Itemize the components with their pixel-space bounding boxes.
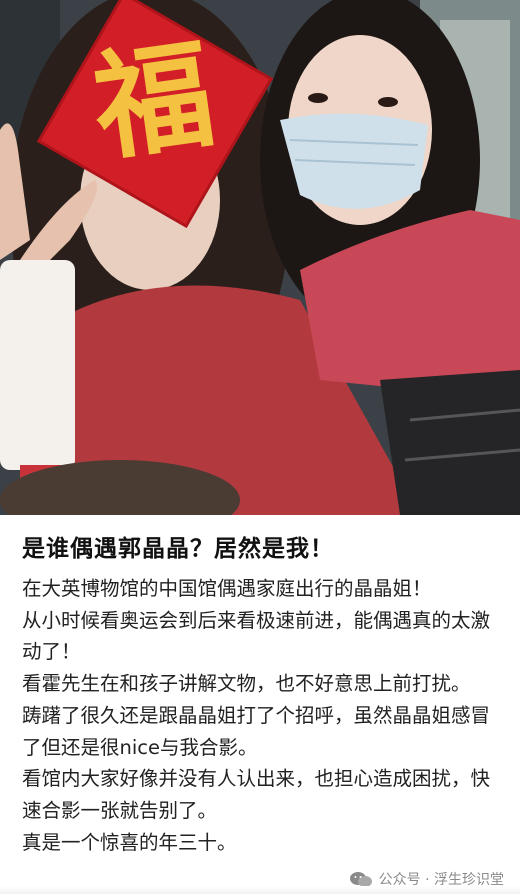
post-title: 是谁偶遇郭晶晶？居然是我！: [22, 536, 334, 562]
post-paragraph: 从小时候看奥运会到后来看极速前进，能偶遇真的太激动了！: [22, 608, 491, 664]
post-paragraph: 看霍先生在和孩子讲解文物，也不好意思上前打扰。: [22, 672, 471, 696]
post-paragraph: 看馆内大家好像并没有人认出来，也担心造成困扰，快速合影一张就告别了。: [22, 767, 491, 822]
selfie-image: 福: [0, 0, 520, 515]
cut-off-edge: [0, 886, 520, 894]
post-photo[interactable]: 福: [0, 0, 520, 515]
post-body: 在大英博物馆的中国馆偶遇家庭出行的晶晶姐！ 从小时候看奥运会到后来看极速前进，能…: [22, 573, 502, 858]
fu-character: 福: [85, 25, 222, 178]
post-paragraph: 在大英博物馆的中国馆偶遇家庭出行的晶晶姐！: [22, 577, 432, 600]
post-paragraph: 真是一个惊喜的年三十。: [22, 830, 237, 854]
wechat-icon: [349, 871, 372, 887]
post-content: 是谁偶遇郭晶晶？居然是我！ 在大英博物馆的中国馆偶遇家庭出行的晶晶姐！ 从小时候…: [0, 515, 520, 894]
post-paragraph: 踌躇了很久还是跟晶晶姐打了个招呼，虽然晶晶姐感冒了但还是很nice与我合影。: [22, 703, 491, 759]
